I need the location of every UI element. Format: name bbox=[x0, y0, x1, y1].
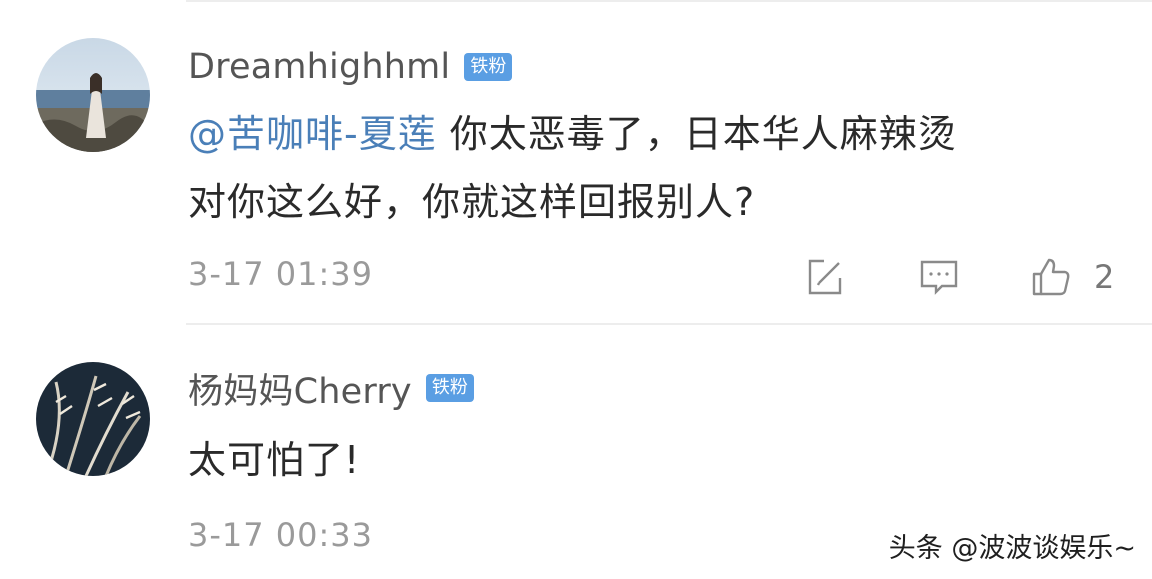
username[interactable]: 杨妈妈Cherry bbox=[188, 363, 412, 414]
user-row: 杨妈妈Cherry 铁粉 bbox=[188, 364, 474, 412]
comment-actions: 2 bbox=[0, 250, 1152, 304]
avatar-grass-image bbox=[36, 362, 150, 476]
fan-badge: 铁粉 bbox=[425, 374, 474, 402]
comment-divider bbox=[186, 323, 1152, 325]
comment-text-part: 你太恶毒了，日本华人麻辣烫 bbox=[436, 112, 957, 156]
timestamp: 3-17 00:33 bbox=[188, 516, 374, 554]
mention-link[interactable]: @苦咖啡-夏莲 bbox=[188, 112, 437, 156]
like-icon[interactable] bbox=[1030, 256, 1072, 298]
username[interactable]: Dreamhighhml bbox=[188, 47, 450, 87]
edit-icon[interactable] bbox=[804, 256, 846, 298]
fan-badge: 铁粉 bbox=[464, 53, 513, 81]
avatar-beach-image bbox=[36, 38, 150, 152]
comment-text: 太可怕了! bbox=[188, 438, 361, 482]
like-count: 2 bbox=[1094, 258, 1115, 296]
avatar[interactable] bbox=[36, 38, 150, 152]
user-row: Dreamhighhml 铁粉 bbox=[188, 42, 513, 92]
comment-text: @苦咖啡-夏莲 你太恶毒了，日本华人麻辣烫 对你这么好，你就这样回报别人? bbox=[188, 100, 1082, 236]
avatar[interactable] bbox=[36, 362, 150, 476]
comment-item: Dreamhighhml 铁粉 @苦咖啡-夏莲 你太恶毒了，日本华人麻辣烫 对你… bbox=[0, 0, 1152, 325]
comment-icon[interactable] bbox=[918, 256, 960, 298]
comment-text-line2: 对你这么好，你就这样回报别人? bbox=[188, 180, 756, 224]
watermark: 头条 @波波谈娱乐~ bbox=[888, 533, 1136, 564]
